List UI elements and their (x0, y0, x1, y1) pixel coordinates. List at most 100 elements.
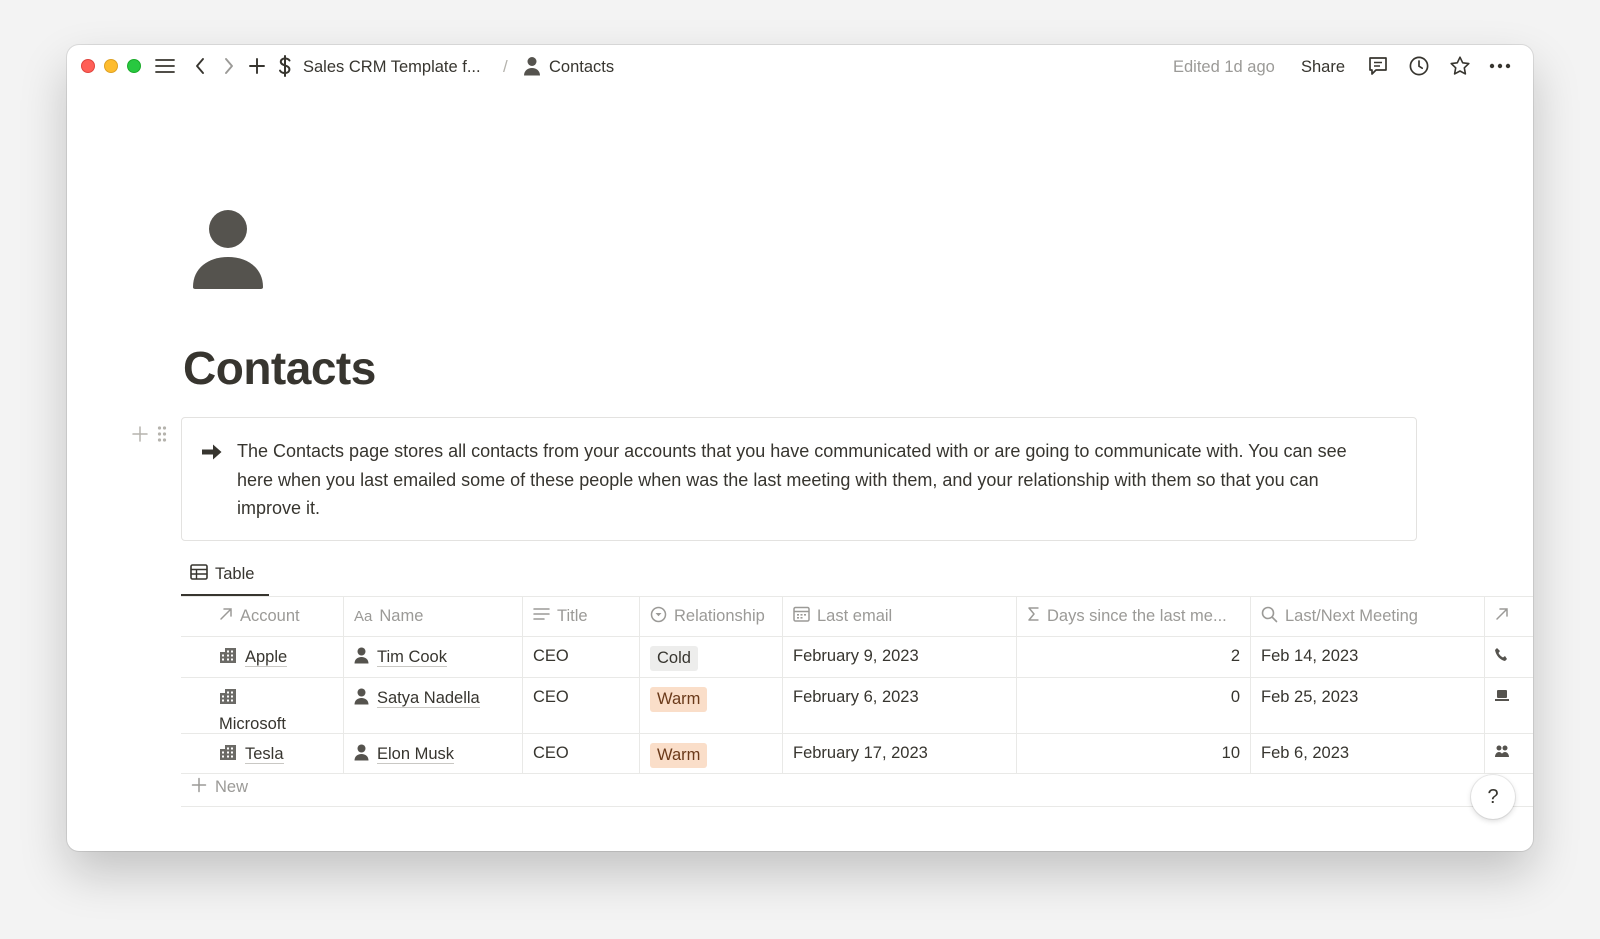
more-icon[interactable] (1488, 54, 1512, 78)
relationship-cell[interactable]: Warm (640, 678, 783, 733)
edited-status: Edited 1d ago (1173, 58, 1275, 76)
column-header-overflow[interactable] (1485, 597, 1533, 636)
block-handles (131, 417, 167, 448)
last-email-cell[interactable]: February 9, 2023 (783, 637, 1017, 677)
column-header-days-since-label: Days since the last me... (1047, 607, 1227, 625)
column-header-title-label: Title (557, 607, 588, 625)
tab-table[interactable]: Table (181, 554, 269, 596)
page-person-icon[interactable] (191, 209, 265, 289)
person-icon (520, 54, 544, 78)
plus-icon[interactable] (245, 54, 269, 78)
table-row[interactable]: Microsoft Satya Nadella CEO Warm Februar… (181, 678, 1533, 734)
column-header-name[interactable]: Aa Name (344, 597, 523, 636)
add-new-row-button[interactable]: New (181, 769, 1533, 807)
breadcrumb-current[interactable]: Contacts (549, 58, 614, 77)
name-cell[interactable]: Satya Nadella (344, 678, 523, 733)
meeting-cell[interactable]: Feb 14, 2023 (1251, 637, 1485, 677)
arrow-right-icon[interactable] (200, 440, 224, 464)
title-cell[interactable]: CEO (523, 637, 640, 677)
relation-arrow-icon (219, 607, 233, 626)
account-link[interactable]: Microsoft (219, 715, 286, 733)
callout-block[interactable]: The Contacts page stores all contacts fr… (181, 417, 1417, 541)
table-icon (190, 563, 208, 585)
person-icon (354, 688, 369, 710)
contact-name-link[interactable]: Tim Cook (377, 648, 447, 667)
forward-arrow-icon[interactable] (217, 54, 241, 78)
callout-text[interactable]: The Contacts page stores all contacts fr… (237, 437, 1377, 523)
sigma-icon (1027, 606, 1040, 627)
name-cell[interactable]: Elon Musk (344, 734, 523, 773)
back-arrow-icon[interactable] (188, 54, 212, 78)
phone-icon (1495, 647, 1507, 665)
contact-name-link[interactable]: Satya Nadella (377, 689, 480, 708)
column-header-meeting[interactable]: Last/Next Meeting (1251, 597, 1485, 636)
column-header-meeting-label: Last/Next Meeting (1285, 607, 1418, 625)
column-header-relationship[interactable]: Relationship (640, 597, 783, 636)
column-header-name-label: Name (379, 607, 424, 625)
add-block-icon[interactable] (131, 417, 149, 448)
relationship-cell[interactable]: Cold (640, 637, 783, 677)
menu-icon[interactable] (153, 54, 177, 78)
overflow-cell[interactable] (1485, 637, 1533, 677)
add-new-label: New (215, 778, 249, 796)
maximize-window-button[interactable] (127, 59, 141, 73)
table-header-row: Account Aa Name Title Relationship Last … (181, 597, 1533, 637)
person-icon (354, 744, 369, 766)
title-cell[interactable]: CEO (523, 678, 640, 733)
lines-icon (533, 607, 550, 626)
last-email-cell[interactable]: February 17, 2023 (783, 734, 1017, 773)
person-icon (354, 647, 369, 669)
account-cell[interactable]: Tesla (181, 734, 344, 773)
column-header-title[interactable]: Title (523, 597, 640, 636)
account-link[interactable]: Tesla (245, 745, 284, 764)
name-cell[interactable]: Tim Cook (344, 637, 523, 677)
calendar-icon (793, 606, 810, 627)
breadcrumb-parent[interactable]: Sales CRM Template f... (303, 58, 481, 77)
column-header-days-since[interactable]: Days since the last me... (1017, 597, 1251, 636)
title-cell[interactable]: CEO (523, 734, 640, 773)
page-title[interactable]: Contacts (183, 341, 376, 395)
relationship-tag: Warm (650, 687, 708, 712)
account-link[interactable]: Apple (245, 648, 288, 667)
star-icon[interactable] (1448, 54, 1472, 78)
building-icon (219, 688, 237, 712)
overflow-cell[interactable] (1485, 734, 1533, 773)
search-icon (1261, 606, 1278, 628)
relationship-cell[interactable]: Warm (640, 734, 783, 773)
last-email-cell[interactable]: February 6, 2023 (783, 678, 1017, 733)
dollar-icon (273, 54, 297, 78)
days-since-cell[interactable]: 0 (1017, 678, 1251, 733)
account-cell[interactable]: Microsoft (181, 678, 344, 733)
relationship-tag: Warm (650, 743, 708, 768)
select-icon (650, 606, 667, 628)
contact-name-link[interactable]: Elon Musk (377, 745, 455, 764)
meeting-cell[interactable]: Feb 6, 2023 (1251, 734, 1485, 773)
table-row[interactable]: Tesla Elon Musk CEO Warm February 17, 20… (181, 734, 1533, 774)
laptop-icon (1495, 688, 1509, 706)
column-header-account[interactable]: Account (181, 597, 344, 636)
help-button[interactable]: ? (1471, 775, 1515, 819)
minimize-window-button[interactable] (104, 59, 118, 73)
relation-arrow-icon (1495, 607, 1509, 626)
account-cell[interactable]: Apple (181, 637, 344, 677)
comment-icon[interactable] (1366, 54, 1390, 78)
meeting-cell[interactable]: Feb 25, 2023 (1251, 678, 1485, 733)
plus-icon (191, 777, 207, 798)
days-since-cell[interactable]: 2 (1017, 637, 1251, 677)
drag-handle-icon[interactable] (157, 417, 167, 448)
close-window-button[interactable] (81, 59, 95, 73)
building-icon (219, 744, 237, 766)
contacts-table: Account Aa Name Title Relationship Last … (181, 597, 1533, 774)
title-bar: Sales CRM Template f... / Contacts Edite… (67, 45, 1533, 91)
share-button[interactable]: Share (1301, 58, 1345, 77)
building-icon (219, 647, 237, 669)
days-since-cell[interactable]: 10 (1017, 734, 1251, 773)
overflow-cell[interactable] (1485, 678, 1533, 733)
people-icon (1495, 744, 1509, 762)
clock-icon[interactable] (1407, 54, 1431, 78)
column-header-relationship-label: Relationship (674, 607, 765, 625)
table-row[interactable]: Apple Tim Cook CEO Cold February 9, 2023… (181, 637, 1533, 678)
column-header-last-email[interactable]: Last email (783, 597, 1017, 636)
app-window: Sales CRM Template f... / Contacts Edite… (67, 45, 1533, 851)
relationship-tag: Cold (650, 646, 698, 671)
